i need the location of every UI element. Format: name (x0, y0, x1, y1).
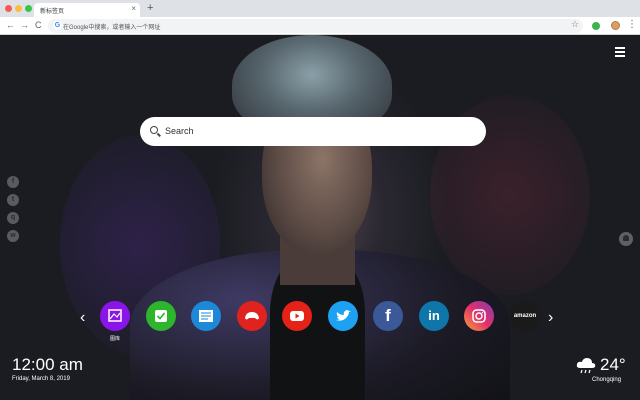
news-app[interactable] (191, 301, 221, 331)
weather-city: Chongqing (592, 377, 622, 383)
close-window-button[interactable] (5, 5, 12, 12)
amazon-app[interactable]: amazon (510, 301, 540, 331)
hamburger-menu-icon[interactable] (615, 47, 625, 59)
minimize-window-button[interactable] (15, 5, 22, 12)
news-icon (199, 310, 213, 322)
reload-button[interactable]: C (35, 20, 42, 31)
back-button[interactable]: ← (6, 20, 15, 31)
tab-close-icon[interactable]: × (131, 5, 136, 13)
bookmark-star-icon[interactable]: ☆ (571, 19, 579, 29)
browser-menu-button[interactable]: ⋮ (627, 19, 637, 31)
extension-icon[interactable] (592, 22, 600, 30)
youtube-app[interactable] (282, 301, 312, 331)
google-icon: G (53, 21, 62, 30)
address-bar[interactable]: G 在Google中搜索，或者输入一个网址 (48, 19, 583, 33)
notification-bell-icon[interactable] (619, 232, 633, 246)
new-tab-page: f t q w ‹ 图库 (0, 35, 640, 400)
search-icon[interactable] (150, 126, 158, 134)
twitter-app[interactable] (328, 301, 358, 331)
gallery-app-label: 图库 (109, 336, 120, 342)
instagram-icon (472, 309, 486, 323)
address-bar-text[interactable]: 在Google中搜索，或者输入一个网址 (63, 22, 160, 31)
clock-date: Friday, March 8, 2019 (12, 376, 70, 382)
twitter-icon[interactable]: t (7, 194, 19, 206)
check-icon (155, 310, 167, 322)
game-app[interactable] (237, 301, 267, 331)
maximize-window-button[interactable] (25, 5, 32, 12)
dock-prev-arrow-icon[interactable]: ‹ (80, 310, 85, 326)
clock-time: 12:00 am (12, 355, 83, 374)
instagram-app[interactable] (464, 301, 494, 331)
gallery-icon (108, 309, 122, 322)
profile-avatar[interactable] (611, 21, 620, 30)
gamepad-icon (245, 312, 259, 320)
new-tab-button[interactable]: + (147, 3, 153, 14)
search-input[interactable] (165, 123, 465, 139)
dock-next-arrow-icon[interactable]: › (548, 310, 553, 326)
facebook-logo-icon: f (385, 306, 391, 325)
forward-button[interactable]: → (20, 20, 29, 31)
qq-icon[interactable]: q (7, 212, 19, 224)
search-box[interactable] (140, 117, 486, 146)
tasks-app[interactable] (146, 301, 176, 331)
tab-new-tab[interactable]: 新标签页 × (34, 3, 140, 17)
amazon-logo-icon: amazon (513, 313, 537, 319)
window-controls (5, 5, 32, 12)
youtube-icon (290, 311, 304, 321)
facebook-icon[interactable]: f (7, 176, 19, 188)
linkedin-logo-icon: in (428, 308, 440, 323)
tab-title: 新标签页 (40, 9, 65, 15)
tab-bar: 新标签页 × + (0, 0, 640, 17)
cloud-rain-icon (576, 358, 596, 374)
twitter-bird-icon (336, 310, 351, 321)
weather-temperature: 24° (600, 355, 626, 374)
toolbar: ← → C G 在Google中搜索，或者输入一个网址 ☆ (0, 17, 640, 35)
gallery-app[interactable] (100, 301, 130, 331)
linkedin-app[interactable]: in (419, 301, 449, 331)
wechat-icon[interactable]: w (7, 230, 19, 242)
facebook-app[interactable]: f (373, 301, 403, 331)
